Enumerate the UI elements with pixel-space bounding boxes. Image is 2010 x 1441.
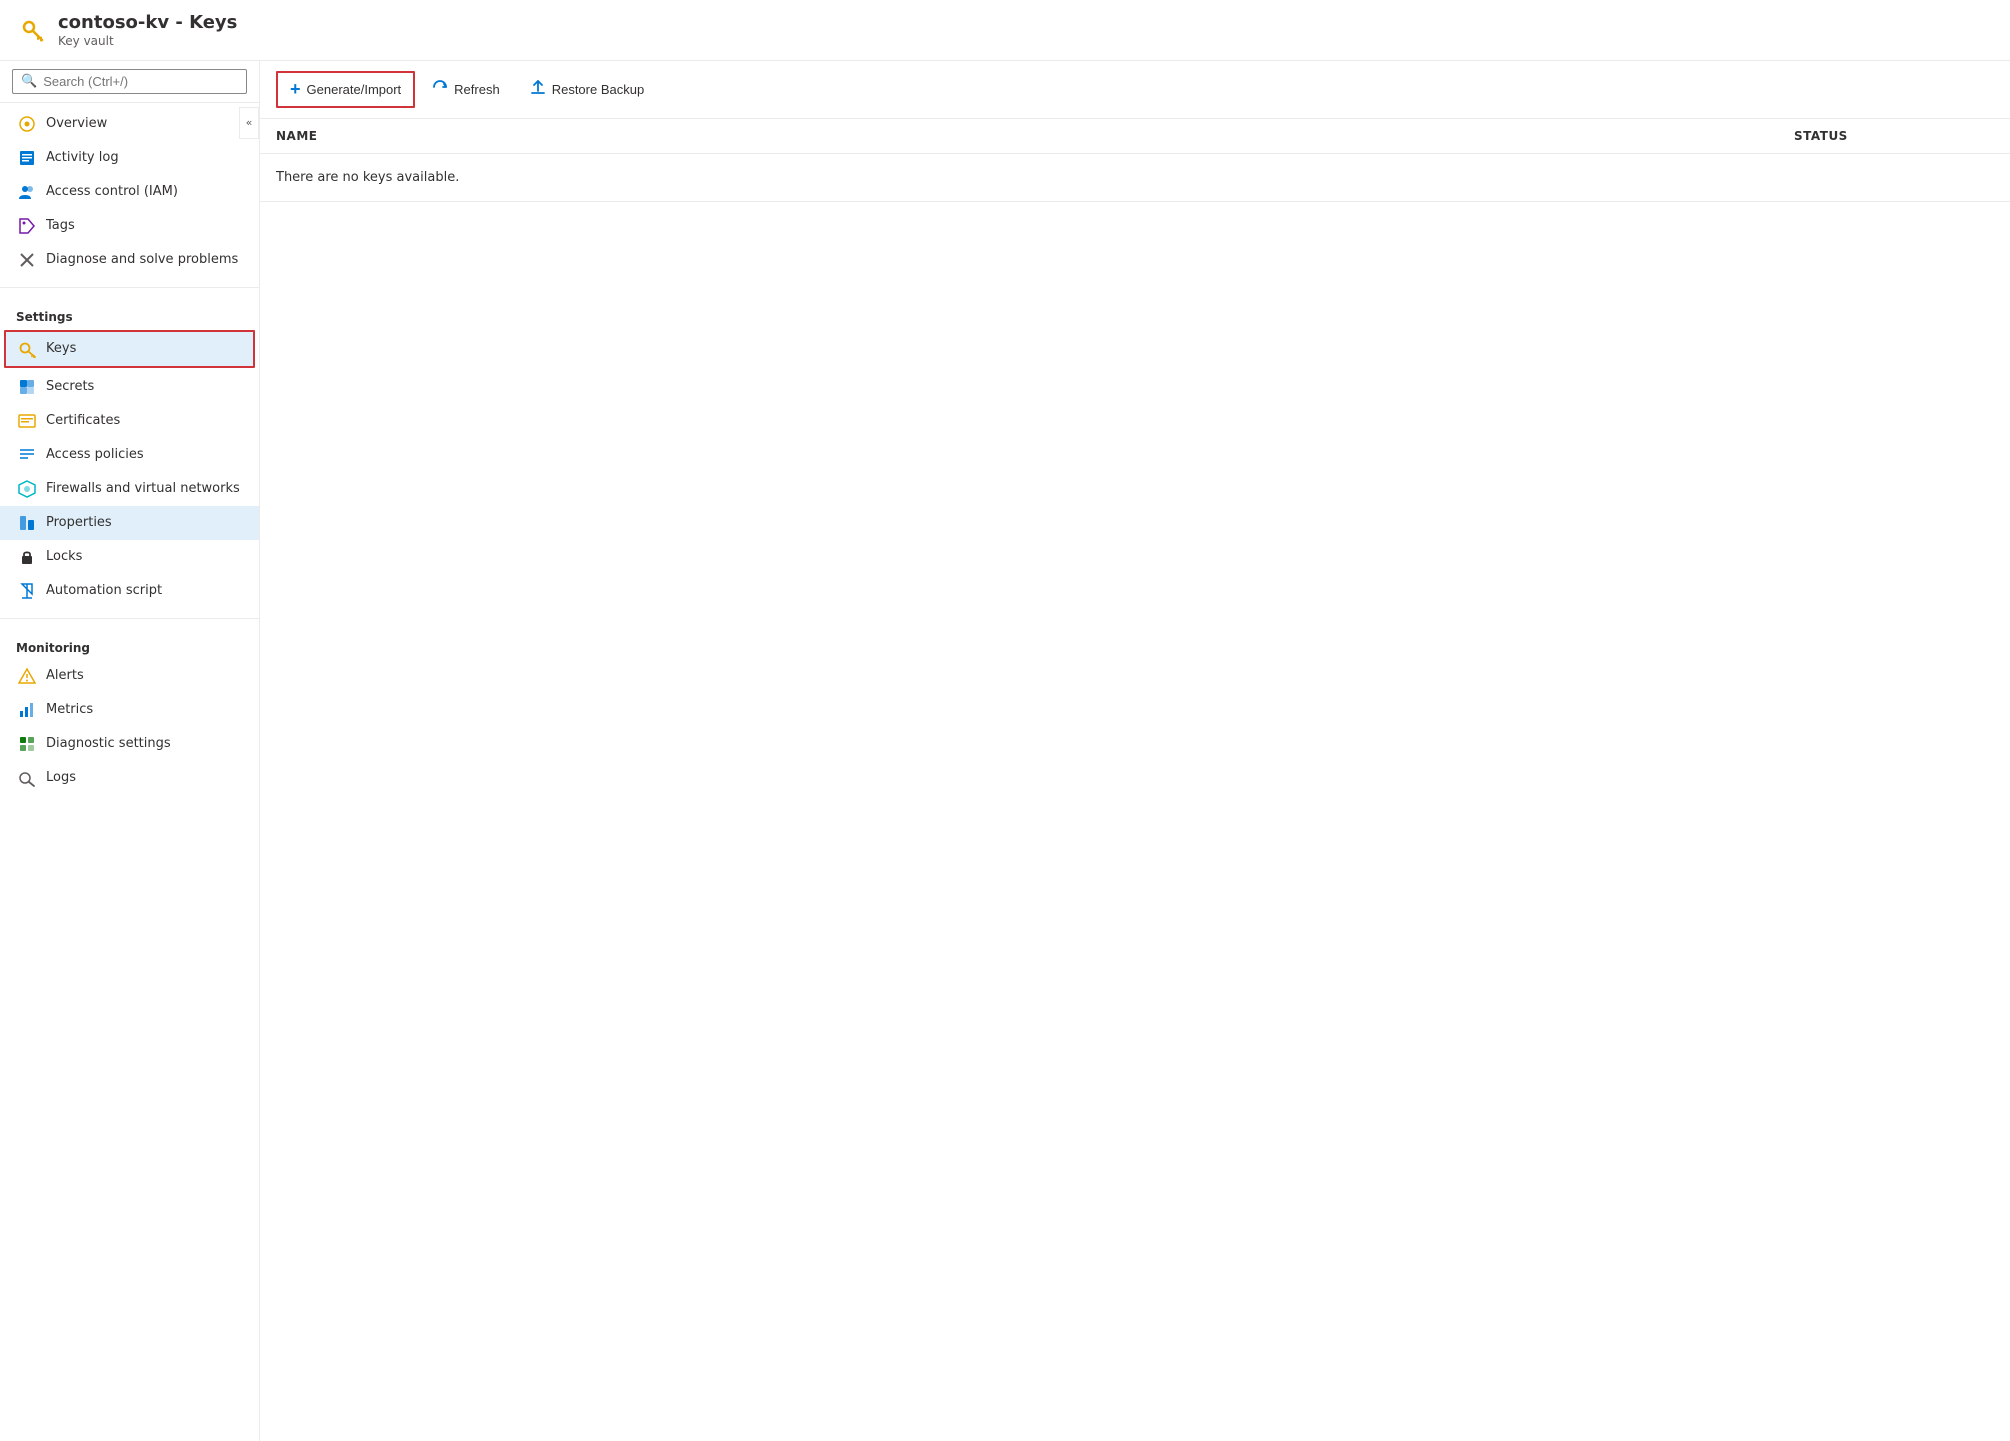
sidebar-item-access-policies-label: Access policies <box>46 447 144 462</box>
overview-icon <box>18 115 36 133</box>
sidebar-item-automation[interactable]: Automation script <box>0 574 259 608</box>
automation-icon <box>18 582 36 600</box>
sidebar-item-overview[interactable]: Overview <box>0 107 259 141</box>
sidebar-item-diagnostic-settings-label: Diagnostic settings <box>46 736 171 751</box>
page-subtitle: Key vault <box>58 34 237 48</box>
sidebar-item-firewalls-label: Firewalls and virtual networks <box>46 481 240 496</box>
sidebar-item-tags-label: Tags <box>46 218 75 233</box>
divider-monitoring <box>0 618 259 619</box>
sidebar-item-locks-label: Locks <box>46 549 82 564</box>
sidebar-item-tags[interactable]: Tags <box>0 209 259 243</box>
access-policies-icon <box>18 446 36 464</box>
monitoring-section-header: Monitoring <box>0 629 259 659</box>
divider-settings <box>0 287 259 288</box>
nav-top-section: Overview Activity log Access control (IA… <box>0 103 259 281</box>
sidebar-item-alerts[interactable]: Alerts <box>0 659 259 693</box>
col-status-header: STATUS <box>1794 129 1994 143</box>
diagnose-icon <box>18 251 36 269</box>
sidebar: 🔍 « Overview Activity log <box>0 61 260 1441</box>
toolbar: + Generate/Import Refresh Restore Backup <box>260 61 2010 119</box>
search-input[interactable] <box>43 74 238 89</box>
page-title: contoso-kv - Keys <box>58 12 237 34</box>
collapse-button[interactable]: « <box>239 107 259 139</box>
keys-nav-wrapper: Keys <box>4 330 255 368</box>
sidebar-item-metrics-label: Metrics <box>46 702 93 717</box>
key-vault-icon <box>16 14 48 46</box>
sidebar-item-activity-log-label: Activity log <box>46 150 119 165</box>
sidebar-item-diagnose-label: Diagnose and solve problems <box>46 252 238 267</box>
plus-icon: + <box>290 79 301 100</box>
alerts-icon <box>18 667 36 685</box>
generate-import-wrapper: + Generate/Import <box>276 71 415 108</box>
table-area: NAME STATUS There are no keys available. <box>260 119 2010 1441</box>
sidebar-item-overview-label: Overview <box>46 116 107 131</box>
sidebar-item-keys[interactable]: Keys <box>6 332 253 366</box>
sidebar-item-firewalls[interactable]: Firewalls and virtual networks <box>0 472 259 506</box>
page-header: contoso-kv - Keys Key vault <box>0 0 2010 61</box>
content-area: + Generate/Import Refresh Restore Backup <box>260 61 2010 1441</box>
locks-icon <box>18 548 36 566</box>
logs-icon <box>18 769 36 787</box>
sidebar-item-access-policies[interactable]: Access policies <box>0 438 259 472</box>
keys-icon <box>18 340 36 358</box>
sidebar-item-certificates-label: Certificates <box>46 413 120 428</box>
sidebar-item-metrics[interactable]: Metrics <box>0 693 259 727</box>
nav-settings-section: Settings Keys Secrets <box>0 294 259 612</box>
refresh-label: Refresh <box>454 82 500 97</box>
sidebar-item-keys-label: Keys <box>46 341 76 356</box>
diagnostic-settings-icon <box>18 735 36 753</box>
access-control-icon <box>18 183 36 201</box>
sidebar-item-locks[interactable]: Locks <box>0 540 259 574</box>
restore-backup-label: Restore Backup <box>552 82 645 97</box>
table-header: NAME STATUS <box>260 119 2010 154</box>
activity-log-icon <box>18 149 36 167</box>
restore-backup-button[interactable]: Restore Backup <box>517 72 658 107</box>
refresh-icon <box>432 79 448 100</box>
sidebar-item-diagnostic-settings[interactable]: Diagnostic settings <box>0 727 259 761</box>
sidebar-item-properties[interactable]: Properties <box>0 506 259 540</box>
sidebar-item-access-control-label: Access control (IAM) <box>46 184 178 199</box>
search-input-wrap[interactable]: 🔍 <box>12 69 247 94</box>
properties-icon <box>18 514 36 532</box>
nav-monitoring-section: Monitoring Alerts Metrics Diagnostic set… <box>0 625 259 799</box>
firewalls-icon <box>18 480 36 498</box>
certificates-icon <box>18 412 36 430</box>
generate-import-label: Generate/Import <box>307 82 402 97</box>
sidebar-item-logs-label: Logs <box>46 770 76 785</box>
header-text: contoso-kv - Keys Key vault <box>58 12 237 48</box>
sidebar-item-activity-log[interactable]: Activity log <box>0 141 259 175</box>
sidebar-item-secrets[interactable]: Secrets <box>0 370 259 404</box>
sidebar-item-logs[interactable]: Logs <box>0 761 259 795</box>
table-empty-message: There are no keys available. <box>260 154 2010 202</box>
settings-section-header: Settings <box>0 298 259 328</box>
col-name-header: NAME <box>276 129 1794 143</box>
metrics-icon <box>18 701 36 719</box>
tags-icon <box>18 217 36 235</box>
search-icon: 🔍 <box>21 74 37 89</box>
sidebar-item-access-control[interactable]: Access control (IAM) <box>0 175 259 209</box>
secrets-icon <box>18 378 36 396</box>
sidebar-item-automation-label: Automation script <box>46 583 162 598</box>
sidebar-item-properties-label: Properties <box>46 515 112 530</box>
restore-icon <box>530 79 546 100</box>
sidebar-item-secrets-label: Secrets <box>46 379 94 394</box>
search-box: 🔍 <box>0 61 259 103</box>
refresh-button[interactable]: Refresh <box>419 72 513 107</box>
sidebar-item-diagnose[interactable]: Diagnose and solve problems <box>0 243 259 277</box>
sidebar-item-certificates[interactable]: Certificates <box>0 404 259 438</box>
sidebar-item-alerts-label: Alerts <box>46 668 84 683</box>
generate-import-button[interactable]: + Generate/Import <box>278 73 413 106</box>
